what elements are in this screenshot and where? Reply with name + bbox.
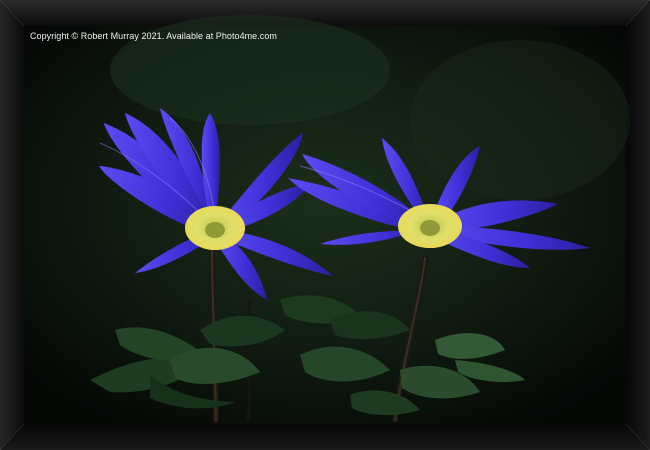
photo (24, 15, 630, 424)
framed-photo (0, 0, 650, 450)
frame-right (626, 0, 650, 450)
frame-left (0, 0, 24, 450)
copyright-watermark: Copyright © Robert Murray 2021. Availabl… (30, 31, 277, 41)
frame-top (0, 0, 650, 26)
frame-bottom (0, 424, 650, 450)
framed-print-preview: Copyright © Robert Murray 2021. Availabl… (0, 0, 650, 450)
